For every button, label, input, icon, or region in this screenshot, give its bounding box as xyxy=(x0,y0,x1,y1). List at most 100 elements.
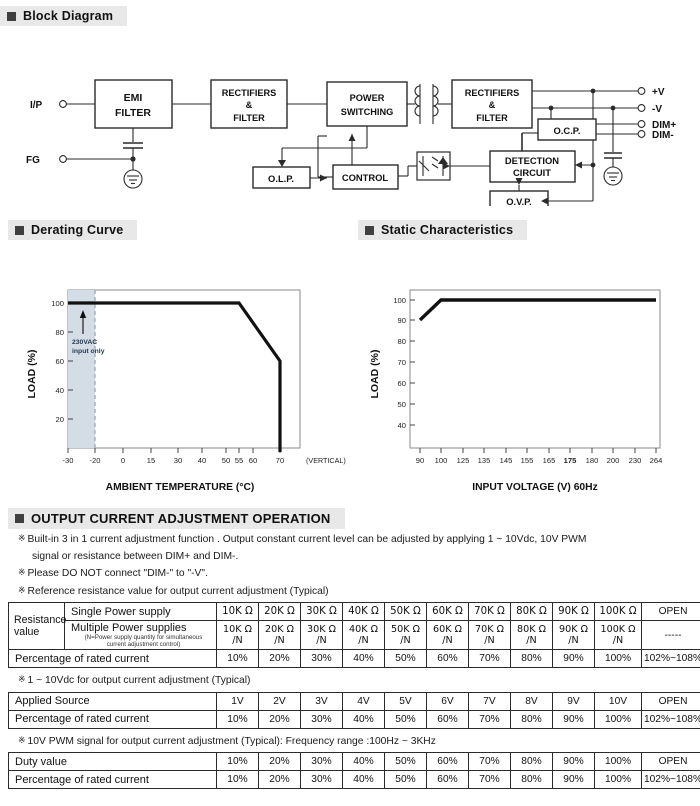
rectifiers2-line1: RECTIFIERS xyxy=(465,88,520,98)
static-characteristics-chart: 100 90 80 70 60 50 40 90 100 125 135 145… xyxy=(369,289,662,493)
duty-value-label: Duty value xyxy=(8,752,217,771)
percentage-label: Percentage of rated current xyxy=(8,770,217,789)
block-diagram-section: Block Diagram EMI FILTER RECTIFIERS & FI… xyxy=(0,6,700,206)
table-row: Percentage of rated current 10% 20% 30% … xyxy=(8,770,700,789)
note-text: Built-in 3 in 1 current adjustment funct… xyxy=(27,534,587,545)
static-y-axis-label: LOAD (%) xyxy=(369,350,381,399)
control-label: CONTROL xyxy=(342,172,389,183)
note-text: signal or resistance between DIM+ and DI… xyxy=(32,550,239,562)
note-line-2: signal or resistance between DIM+ and DI… xyxy=(32,550,692,564)
note-text: 10V PWM signal for output current adjust… xyxy=(27,735,436,747)
emi-filter-line2: FILTER xyxy=(115,107,151,119)
bullet-square-icon xyxy=(7,11,16,21)
static-characteristics-section: Static Characteristics 100 90 80 70 60 5… xyxy=(358,220,700,510)
duty-cell: 50% xyxy=(384,752,427,771)
output-label-dim-minus: DIM- xyxy=(652,130,674,141)
y-tick-70: 70 xyxy=(398,358,406,367)
duty-cell: 40% xyxy=(342,752,385,771)
pct-cell: 80% xyxy=(510,649,553,668)
fg-terminal-label: FG xyxy=(26,155,40,166)
pct-cell: 50% xyxy=(384,770,427,789)
y-tick-40: 40 xyxy=(56,386,64,395)
note-mark-icon: ※ xyxy=(18,734,26,745)
x-tick-125: 125 xyxy=(457,456,470,465)
multi-value-cell: 10K Ω /N xyxy=(216,620,259,650)
section-title: Derating Curve xyxy=(31,223,124,237)
static-x-axis-label: INPUT VOLTAGE (V) 60Hz xyxy=(472,482,597,493)
multi-value-cell: 40K Ω /N xyxy=(342,620,385,650)
power-switching-line1: POWER xyxy=(350,93,385,103)
section-title: Block Diagram xyxy=(23,9,114,23)
duty-cell: 100% xyxy=(594,752,642,771)
x-tick-0: 0 xyxy=(121,456,125,465)
y-tick-60: 60 xyxy=(56,357,64,366)
x-tick-50: 50 xyxy=(222,456,230,465)
pct-cell: 10% xyxy=(216,770,259,789)
y-tick-50: 50 xyxy=(398,400,406,409)
multi-label-main: Multiple Power supplies xyxy=(71,622,187,634)
pct-cell: 100% xyxy=(594,770,642,789)
derating-curve-section: Derating Curve 100 80 60 40 20 -30 -20 0… xyxy=(8,220,350,510)
x-tick-230: 230 xyxy=(629,456,642,465)
detection-line2: CIRCUIT xyxy=(513,167,551,178)
note-text: Please DO NOT connect "DIM-" to "-V". xyxy=(27,568,208,579)
pct-cell: 60% xyxy=(426,709,469,729)
block-diagram-svg: EMI FILTER RECTIFIERS & FILTER POWER SWI… xyxy=(26,79,676,206)
multi-label-sub2: current adjustment control) xyxy=(106,641,181,648)
x-tick-70: 70 xyxy=(276,456,284,465)
pct-cell: 30% xyxy=(300,649,343,668)
single-value-cell: 40K Ω xyxy=(342,602,385,621)
note-text: 1 ~ 10Vdc for output current adjustment … xyxy=(27,675,251,686)
pct-cell: 100% xyxy=(594,709,642,729)
source-cell: 9V xyxy=(552,691,595,711)
table-row: Resistance value Single Power supply 10K… xyxy=(8,602,700,650)
derating-x-axis-label: AMBIENT TEMPERATURE (°C) xyxy=(106,482,255,493)
pct-cell: 90% xyxy=(552,709,595,729)
pwm-table: Duty value 10% 20% 30% 40% 50% 60% 70% 8… xyxy=(8,752,700,789)
rectifiers2-line2: & xyxy=(489,100,496,110)
y-tick-100: 100 xyxy=(51,299,64,308)
shaded-region-230vac xyxy=(68,290,95,448)
output-label-pos-v: +V xyxy=(652,87,665,98)
source-cell-open: OPEN xyxy=(641,691,700,711)
x-tick-55: 55 xyxy=(235,456,243,465)
output-current-adjustment-section: OUTPUT CURRENT ADJUSTMENT OPERATION ※ Bui… xyxy=(8,508,700,789)
rectifiers1-line2: & xyxy=(246,100,253,110)
section-title: OUTPUT CURRENT ADJUSTMENT OPERATION xyxy=(31,511,331,526)
detection-line1: DETECTION xyxy=(505,155,559,166)
note-line-4: ※ Reference resistance value for output c… xyxy=(18,584,692,599)
x-tick-200: 200 xyxy=(607,456,620,465)
pct-cell: 50% xyxy=(384,709,427,729)
pct-cell: 60% xyxy=(426,649,469,668)
x-tick-180: 180 xyxy=(586,456,599,465)
pct-cell: 20% xyxy=(258,770,301,789)
multi-value-cell: 50K Ω /N xyxy=(384,620,427,650)
group-label-line2: value xyxy=(14,626,40,638)
duty-cell: 60% xyxy=(426,752,469,771)
annotation-230vac: 230VAC xyxy=(72,339,97,346)
multi-value-cell: 70K Ω /N xyxy=(468,620,511,650)
single-value-cell: 90K Ω xyxy=(552,602,595,621)
y-tick-90: 90 xyxy=(398,316,406,325)
derating-y-axis-label: LOAD (%) xyxy=(26,350,38,399)
single-value-cell: 10K Ω xyxy=(216,602,259,621)
x-tick-90: 90 xyxy=(416,456,424,465)
pct-cell-range: 102%~108% xyxy=(641,649,700,668)
pct-cell: 30% xyxy=(300,770,343,789)
pct-cell-range: 102%~108% xyxy=(641,709,700,729)
group-label-line1: Resistance xyxy=(14,614,67,626)
multi-value-cell-dash: ----- xyxy=(641,620,700,650)
table-row: Applied Source 1V 2V 3V 4V 5V 6V 7V 8V 9… xyxy=(8,691,700,711)
note-mark-icon: ※ xyxy=(18,674,26,684)
note-line-3: ※ Please DO NOT connect "DIM-" to "-V". xyxy=(18,566,692,581)
x-tick-165: 165 xyxy=(543,456,556,465)
derating-chart: 100 80 60 40 20 -30 -20 0 15 30 40 50 55… xyxy=(26,289,346,493)
pct-cell: 70% xyxy=(468,709,511,729)
duty-cell: 80% xyxy=(510,752,553,771)
output-current-adjustment-header: OUTPUT CURRENT ADJUSTMENT OPERATION xyxy=(8,508,345,529)
source-cell: 10V xyxy=(594,691,642,711)
block-diagram-header: Block Diagram xyxy=(0,6,128,26)
duty-cell-open: OPEN xyxy=(641,752,700,771)
y-tick-40: 40 xyxy=(398,421,406,430)
pct-cell: 100% xyxy=(594,649,642,668)
